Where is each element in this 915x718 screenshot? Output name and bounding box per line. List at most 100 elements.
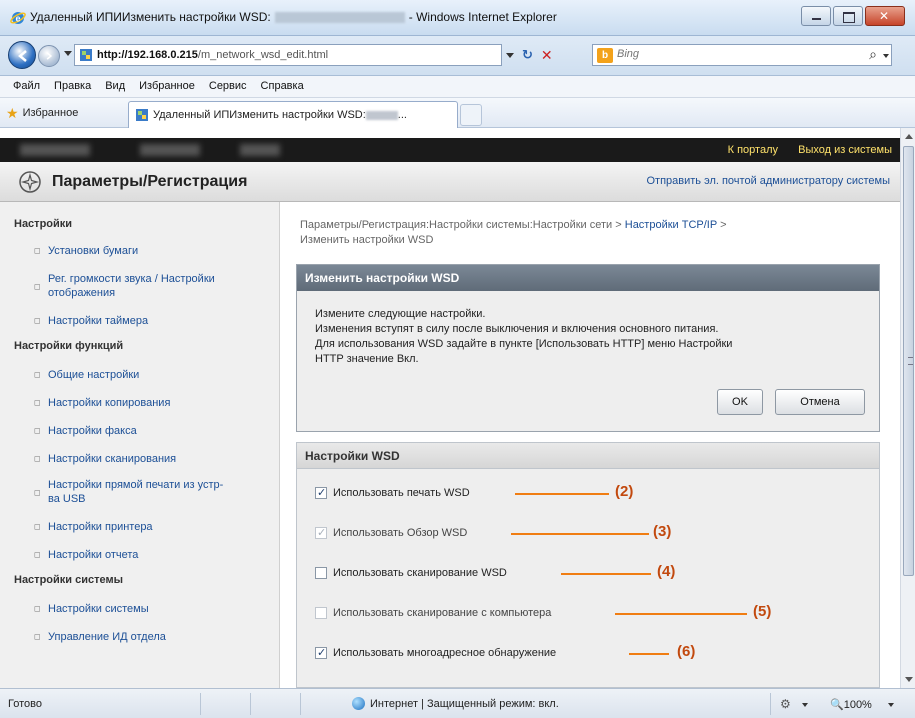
address-tools: ↻ ✕ <box>506 44 586 66</box>
window-controls <box>801 6 905 26</box>
tab-favicon-icon <box>136 109 148 121</box>
back-button[interactable] <box>8 41 36 69</box>
back-arrow-icon <box>18 50 27 62</box>
option-multicast-discovery[interactable]: Использовать многоадресное обнаружение <box>315 645 556 661</box>
redacted-block <box>240 144 280 156</box>
stop-icon[interactable]: ✕ <box>541 47 553 64</box>
window-title: Удаленный ИПИИзменить настройки WSD: - Wi… <box>30 10 557 24</box>
menu-file[interactable]: Файл <box>6 76 47 97</box>
status-separator <box>200 693 201 715</box>
checkbox-computer-scan <box>315 607 327 619</box>
bullet-icon: ◻ <box>34 454 41 463</box>
page-title: Параметры/Регистрация <box>52 173 248 190</box>
scroll-down-icon[interactable] <box>905 677 913 682</box>
menu-view[interactable]: Вид <box>98 76 132 97</box>
protected-mode-icon[interactable]: ⚙ <box>780 697 791 711</box>
logout-link[interactable]: Выход из системы <box>798 144 892 156</box>
callout-leader-line <box>615 613 747 615</box>
address-input[interactable]: http://192.168.0.215/m_network_wsd_edit.… <box>74 44 502 66</box>
grip-icon <box>908 357 913 365</box>
page-content: К порталу Выход из системы Параметры/Рег… <box>0 128 900 688</box>
star-icon: ★ <box>6 104 19 121</box>
search-box[interactable]: b ⌕ <box>592 44 892 66</box>
bullet-icon: ◻ <box>34 604 41 613</box>
bullet-icon: ◻ <box>34 632 41 641</box>
sidebar: Настройки ◻ Установки бумаги ◻ Рег. громко… <box>0 202 280 688</box>
zoom-dropdown-icon[interactable] <box>888 703 894 707</box>
sidebar-item-department-id[interactable]: ◻ Управление ИД отдела <box>34 630 254 644</box>
search-icon[interactable]: ⌕ <box>869 46 877 63</box>
sidebar-item-scan[interactable]: ◻ Настройки сканирования <box>34 452 254 466</box>
top-strip: К порталу Выход из системы <box>0 138 900 162</box>
wsd-settings-title: Настройки WSD <box>297 443 879 469</box>
refresh-icon[interactable]: ↻ <box>522 47 533 63</box>
bullet-icon: ◻ <box>34 370 41 379</box>
portal-link[interactable]: К порталу <box>728 144 778 156</box>
instructions: Измените следующие настройки. Изменения … <box>315 307 865 367</box>
instruction-line: HTTP значение Вкл. <box>315 353 419 365</box>
maximize-button[interactable] <box>833 6 863 26</box>
bullet-icon: ◻ <box>34 282 41 291</box>
option-wsd-browse[interactable]: Использовать Обзор WSD <box>315 525 467 541</box>
sidebar-item-sound-display[interactable]: ◻ Рег. громкости звука / Настройки отобра… <box>34 272 224 300</box>
callout-label: (3) <box>653 523 672 540</box>
sidebar-item-label: Общие настройки <box>48 369 140 381</box>
callout-label: (4) <box>657 563 676 580</box>
menu-edit[interactable]: Правка <box>47 76 98 97</box>
sidebar-section-title: Настройки системы <box>14 574 123 586</box>
menu-bar: Файл Правка Вид Избранное Сервис Справка <box>0 76 915 98</box>
forward-button[interactable] <box>38 45 60 67</box>
option-computer-scan[interactable]: Использовать сканирование с компьютера <box>315 605 551 621</box>
breadcrumb-tcpip-link[interactable]: Настройки TCP/IP <box>625 219 717 231</box>
browser-tab[interactable]: Удаленный ИПИзменить настройки WSD:... <box>128 101 458 128</box>
zoom-level[interactable]: 🔍100% <box>830 698 872 711</box>
search-dropdown-icon[interactable] <box>883 54 889 58</box>
vertical-scrollbar[interactable] <box>900 128 915 688</box>
address-toolbar: http://192.168.0.215/m_network_wsd_edit.… <box>0 36 915 76</box>
checkbox-wsd-print[interactable] <box>315 486 327 499</box>
security-zone[interactable]: Интернет | Защищенный режим: вкл. <box>370 698 559 710</box>
sidebar-item-general[interactable]: ◻ Общие настройки <box>34 368 254 382</box>
checkbox-multicast-discovery[interactable] <box>315 646 327 659</box>
checkbox-wsd-browse <box>315 526 327 539</box>
zoom-value: 100% <box>843 699 872 711</box>
status-bar: Готово Интернет | Защищенный режим: вкл.… <box>0 688 915 718</box>
sidebar-item-paper[interactable]: ◻ Установки бумаги <box>34 244 254 258</box>
ok-button[interactable]: OK <box>717 389 763 415</box>
sidebar-item-copy[interactable]: ◻ Настройки копирования <box>34 396 254 410</box>
sidebar-item-usb-print[interactable]: ◻ Настройки прямой печати из устр-ва USB <box>34 478 224 506</box>
minimize-button[interactable] <box>801 6 831 26</box>
sidebar-item-label: Настройки сканирования <box>48 453 177 465</box>
instruction-line: Изменения вступят в силу после выключени… <box>315 323 719 335</box>
sidebar-item-printer[interactable]: ◻ Настройки принтера <box>34 520 254 534</box>
cancel-button[interactable]: Отмена <box>775 389 865 415</box>
address-dropdown-icon[interactable] <box>506 52 514 58</box>
option-wsd-scan[interactable]: Использовать сканирование WSD <box>315 565 507 581</box>
sidebar-section-title: Настройки функций <box>14 340 124 352</box>
bullet-icon: ◻ <box>34 522 41 531</box>
sidebar-item-timer[interactable]: ◻ Настройки таймера <box>34 314 254 328</box>
history-dropdown-icon[interactable] <box>64 51 72 56</box>
favorites-button[interactable]: ★ Избранное <box>6 104 78 122</box>
search-input[interactable] <box>617 48 857 60</box>
dropdown-icon[interactable] <box>802 703 808 707</box>
sidebar-section-title: Настройки <box>14 218 73 230</box>
option-wsd-print[interactable]: Использовать печать WSD <box>315 485 470 501</box>
menu-favorites[interactable]: Избранное <box>132 76 202 97</box>
menu-help[interactable]: Справка <box>254 76 311 97</box>
menu-tools[interactable]: Сервис <box>202 76 254 97</box>
sidebar-item-label: Настройки прямой печати из устр-ва USB <box>48 479 224 505</box>
option-label: Использовать сканирование WSD <box>333 567 507 579</box>
bullet-icon: ◻ <box>34 316 41 325</box>
checkbox-wsd-scan[interactable] <box>315 567 327 579</box>
scroll-up-icon[interactable] <box>905 134 913 139</box>
option-label: Использовать Обзор WSD <box>333 527 468 539</box>
sidebar-item-fax[interactable]: ◻ Настройки факса <box>34 424 254 438</box>
sidebar-item-report[interactable]: ◻ Настройки отчета <box>34 548 254 562</box>
scroll-thumb[interactable] <box>903 146 914 576</box>
close-button[interactable] <box>865 6 905 26</box>
settings-registration-icon <box>19 171 41 193</box>
mail-admin-link[interactable]: Отправить эл. почтой администратору сист… <box>646 175 890 187</box>
sidebar-item-system[interactable]: ◻ Настройки системы <box>34 602 254 616</box>
new-tab-button[interactable] <box>460 104 482 126</box>
